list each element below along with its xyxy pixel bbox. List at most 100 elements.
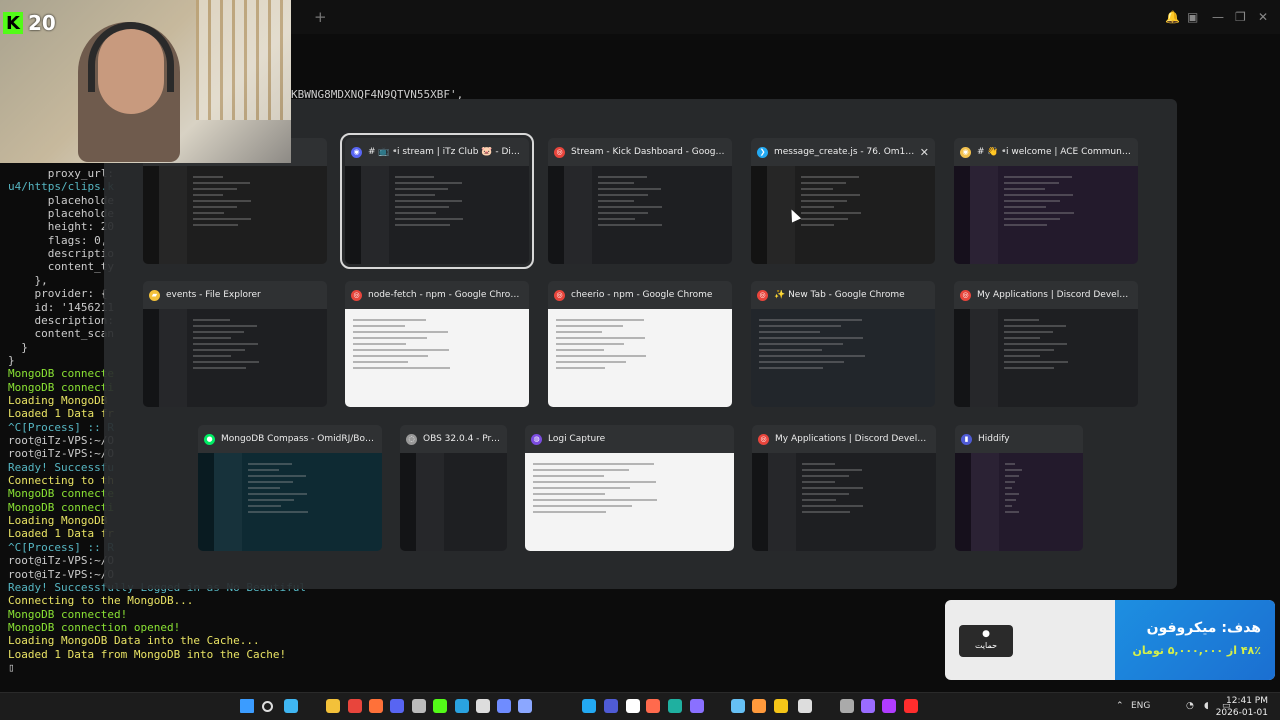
- vscode-icon[interactable]: [582, 699, 596, 713]
- switcher-window[interactable]: ◌ OBS 32.0.4 - Profile...: [400, 425, 507, 551]
- app6-icon[interactable]: [882, 699, 896, 713]
- chrome-icon: ◎: [351, 289, 362, 301]
- switcher-window[interactable]: ◎ node-fetch - npm - Google Chrome: [345, 281, 529, 407]
- switcher-window[interactable]: ◎ My Applications | Discord Developer Por…: [954, 281, 1138, 407]
- switcher-window[interactable]: ● MongoDB Compass - OmidRJ/Bot.strea...: [198, 425, 382, 551]
- switcher-window[interactable]: ◎ Stream - Kick Dashboard - Google Chrome: [548, 138, 732, 264]
- hiddify-icon: ▮: [961, 433, 972, 445]
- sidebar-icon[interactable]: ▣: [1187, 10, 1198, 24]
- file-explorer-icon[interactable]: [326, 699, 340, 713]
- terminal-icon[interactable]: [604, 699, 618, 713]
- task-switcher: ▸◉# 📺 ⁌i stream | iTz Club 🐷 - Discord◎S…: [104, 99, 1177, 589]
- system-clock[interactable]: 12:41 PM 2026-01-01: [1216, 695, 1268, 719]
- thumb-sidebar: [751, 166, 767, 264]
- youtube-icon[interactable]: [904, 699, 918, 713]
- window-title: My Applications | Discord Developer Port…: [775, 434, 930, 444]
- window-titlebar: ◎ node-fetch - npm - Google Chrome: [345, 281, 529, 309]
- logi-icon[interactable]: [646, 699, 660, 713]
- widgets-icon[interactable]: [284, 699, 298, 713]
- close-icon[interactable]: ✕: [1258, 10, 1268, 24]
- thumb-content: [1004, 319, 1078, 373]
- switcher-window[interactable]: ◎ cheerio - npm - Google Chrome: [548, 281, 732, 407]
- obs-icon[interactable]: [412, 699, 426, 713]
- language-indicator[interactable]: ENG: [1131, 701, 1150, 711]
- terminal-line: height: 20: [8, 220, 114, 234]
- app3-icon[interactable]: [774, 699, 788, 713]
- terminal-line: u4/https/clips.k: [8, 180, 114, 194]
- support-button[interactable]: ● حمایت: [959, 625, 1013, 657]
- thumb-sidebar: [400, 453, 416, 551]
- firefox-icon[interactable]: [369, 699, 383, 713]
- switcher-window[interactable]: ◎ ✨ New Tab - Google Chrome: [751, 281, 935, 407]
- background-window: [196, 0, 291, 120]
- window-title: cheerio - npm - Google Chrome: [571, 290, 713, 300]
- thumb-content: [802, 463, 876, 517]
- app-icon[interactable]: [626, 699, 640, 713]
- kick-icon[interactable]: [433, 699, 447, 713]
- app2-icon[interactable]: [752, 699, 766, 713]
- telegram-icon[interactable]: [455, 699, 469, 713]
- thumb-sidebar: [143, 309, 159, 407]
- minimize-icon[interactable]: —: [1212, 10, 1224, 24]
- bell-icon[interactable]: 🔔: [1165, 10, 1180, 24]
- goal-title: هدف: میکروفون: [1146, 620, 1261, 636]
- app4-icon[interactable]: [798, 699, 812, 713]
- folder-icon: ▰: [149, 289, 160, 301]
- search-icon[interactable]: [262, 701, 273, 712]
- terminal-line: MongoDB connecte: [8, 367, 114, 381]
- wifi-icon[interactable]: ◔: [1186, 701, 1194, 711]
- volume-icon[interactable]: ◖: [1204, 701, 1209, 711]
- window-thumbnail: [525, 453, 734, 551]
- chrome-icon: ◎: [554, 289, 565, 301]
- window-thumbnail: [548, 166, 732, 264]
- terminal-line: Loading MongoDB Data into the Cache...: [8, 634, 260, 648]
- discord-icon[interactable]: [390, 699, 404, 713]
- tool-icon[interactable]: [518, 699, 532, 713]
- settings-icon[interactable]: [840, 699, 854, 713]
- switcher-window[interactable]: ◉ # 👋 ⁌i welcome | ACE Community - Disco.…: [954, 138, 1138, 264]
- mongodb-icon[interactable]: [668, 699, 682, 713]
- thumb-sidebar: [548, 166, 564, 264]
- thumb-content: [801, 176, 875, 230]
- chrome-icon[interactable]: [348, 699, 362, 713]
- switcher-window[interactable]: ◍ Logi Capture: [525, 425, 734, 551]
- app5-icon[interactable]: [861, 699, 875, 713]
- chart-icon[interactable]: [497, 699, 511, 713]
- goal-panel: [1115, 600, 1275, 680]
- close-window-icon[interactable]: ✕: [920, 146, 929, 159]
- chevron-up-icon[interactable]: ⌃: [1116, 701, 1124, 711]
- switcher-window[interactable]: ❯ message_create.js - 76. Om1dRJ - Vi... ✕: [751, 138, 935, 264]
- terminal-line: content_scan: [8, 327, 114, 341]
- terminal-line: }: [8, 353, 15, 367]
- thumb-content: [1004, 176, 1078, 230]
- terminal-line: root@iTz-VPS:~/O: [8, 434, 114, 447]
- obs-icon: ◌: [406, 433, 417, 445]
- terminal-line: flags: 0,: [8, 233, 108, 247]
- window-titlebar: ◉ # 👋 ⁌i welcome | ACE Community - Disco.…: [954, 138, 1138, 166]
- steam-icon[interactable]: [731, 699, 745, 713]
- start-icon[interactable]: [240, 699, 254, 713]
- switcher-window[interactable]: ◉ # 📺 ⁌i stream | iTz Club 🐷 - Discord: [340, 133, 534, 269]
- switcher-window[interactable]: ◎ My Applications | Discord Developer Por…: [752, 425, 936, 551]
- switcher-window[interactable]: ▮ Hiddify: [955, 425, 1083, 551]
- thumb-content: [248, 463, 322, 517]
- hiddify-icon[interactable]: [476, 699, 490, 713]
- donation-goal-widget: ● حمایت هدف: میکروفون ۴۸٪ از ۵,۰۰۰,۰۰۰ ت…: [945, 600, 1275, 680]
- terminal-line: MongoDB connection opened!: [8, 620, 181, 634]
- terminal-line: descriptio: [8, 247, 114, 261]
- windows-taskbar: ⌃ ENG ◔ ◖ ▭ 12:41 PM 2026-01-01: [0, 692, 1280, 720]
- window-thumbnail: [954, 166, 1138, 264]
- new-tab-icon[interactable]: +: [314, 8, 327, 26]
- terminal-line: root@iTz-VPS:~/O: [8, 447, 114, 461]
- thumb-sidebar: [143, 166, 159, 264]
- thumb-sidebar: [345, 166, 361, 264]
- window-title: Stream - Kick Dashboard - Google Chrome: [571, 147, 726, 157]
- switcher-window[interactable]: ▰ events - File Explorer: [143, 281, 327, 407]
- github-icon[interactable]: [690, 699, 704, 713]
- thumb-panel: [361, 166, 389, 264]
- thumb-content: [353, 319, 469, 373]
- window-titlebar: ▰ events - File Explorer: [143, 281, 327, 309]
- window-titlebar: ◎ ✨ New Tab - Google Chrome: [751, 281, 935, 309]
- window-title: Logi Capture: [548, 434, 606, 444]
- maximize-icon[interactable]: ❐: [1235, 10, 1246, 24]
